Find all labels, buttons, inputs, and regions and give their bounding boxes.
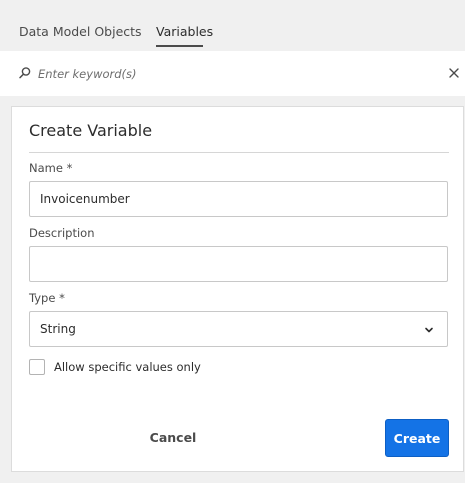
create-variable-panel: Create Variable Name * Description Type … [11,106,464,472]
active-tab-indicator [156,45,203,47]
search-bar [0,51,465,96]
search-icon [19,67,31,79]
chevron-down-icon [425,327,433,333]
create-button[interactable]: Create [385,419,449,457]
tab-data-model-objects[interactable]: Data Model Objects [19,24,142,39]
tab-variables[interactable]: Variables [156,24,213,39]
description-field[interactable] [29,246,448,282]
type-select-value: String [40,322,76,336]
description-label: Description [29,226,95,240]
allow-specific-values-label: Allow specific values only [54,360,201,374]
panel-title: Create Variable [29,121,153,140]
name-label: Name * [29,161,73,175]
allow-specific-values-checkbox[interactable] [29,359,45,375]
title-divider [29,152,449,153]
name-field[interactable] [29,181,448,217]
type-select[interactable]: String [29,311,448,347]
type-label: Type * [29,291,65,305]
close-icon[interactable] [447,66,461,80]
search-input[interactable] [38,64,418,84]
tab-bar: Data Model Objects Variables [0,0,465,50]
cancel-button[interactable]: Cancel [136,421,210,453]
